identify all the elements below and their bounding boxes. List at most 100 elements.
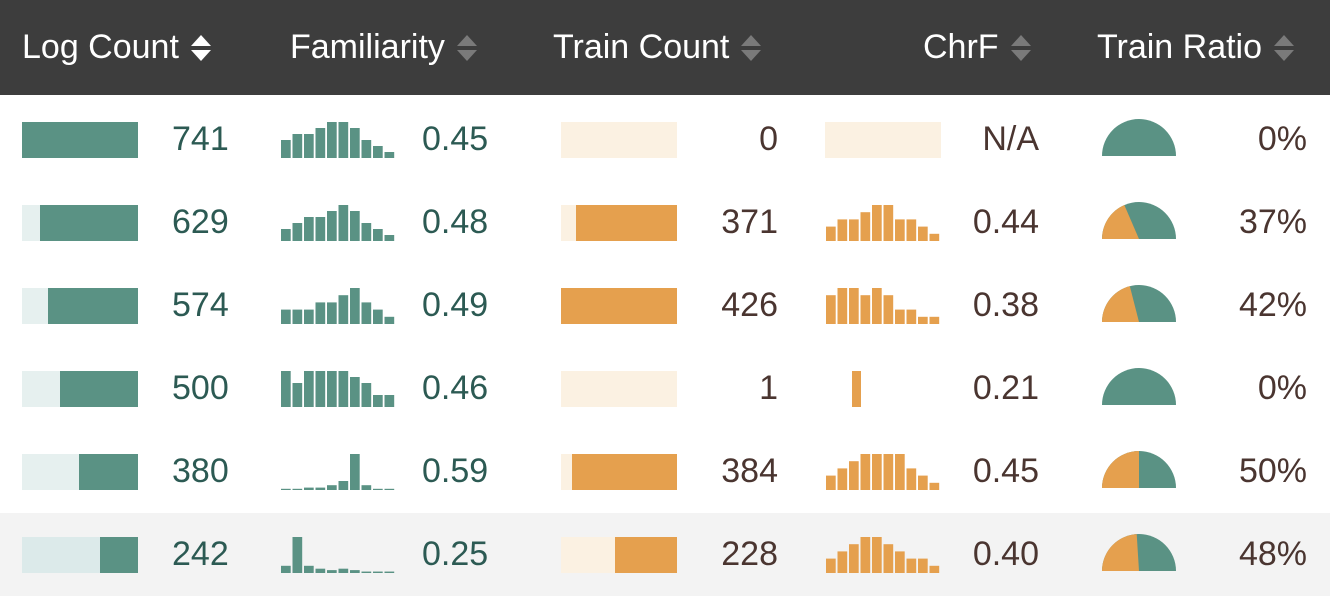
histogram-bar xyxy=(304,217,314,241)
histogram-bar xyxy=(361,140,372,158)
histogram-bar xyxy=(826,226,836,241)
table-row[interactable]: 500 0.46 1 0.21 0% xyxy=(0,347,1330,430)
column-header-chrf[interactable]: ChrF xyxy=(923,0,1031,95)
histogram-bar xyxy=(872,454,882,490)
histogram-bar xyxy=(849,288,859,324)
histogram-bar xyxy=(281,140,291,158)
histogram-bar xyxy=(361,223,372,241)
histogram-bar xyxy=(281,371,291,407)
log-count-value: 629 xyxy=(172,203,229,241)
train-count-bar xyxy=(572,454,677,490)
column-header-label: ChrF xyxy=(923,28,999,66)
log-count-bar xyxy=(48,288,138,324)
log-count-value: 574 xyxy=(172,286,229,324)
column-header-label: Log Count xyxy=(22,28,179,66)
histogram-bar xyxy=(373,488,383,490)
sort-icon[interactable] xyxy=(741,33,762,63)
histogram-bar xyxy=(338,122,349,158)
histogram-bar xyxy=(338,568,349,573)
histogram-bar xyxy=(350,377,360,407)
table-row[interactable]: 574 0.49 426 0.38 42% xyxy=(0,264,1330,347)
histogram-bar xyxy=(338,205,349,241)
familiarity-histogram xyxy=(281,454,395,490)
histogram-bar xyxy=(304,565,314,573)
chrf-value: N/A xyxy=(982,120,1039,158)
train-count-bar-track xyxy=(561,371,677,407)
train-ratio-value: 0% xyxy=(1257,120,1307,158)
histogram-bar xyxy=(315,128,326,158)
chrf-value: 0.40 xyxy=(972,535,1039,573)
histogram-bar xyxy=(327,371,337,407)
sort-icon[interactable] xyxy=(456,33,477,63)
histogram-bar xyxy=(906,219,917,241)
histogram-bar xyxy=(384,395,395,407)
histogram-bar xyxy=(373,146,383,158)
column-header-label: Train Ratio xyxy=(1097,28,1263,66)
familiarity-value: 0.59 xyxy=(422,452,489,490)
sort-icon[interactable] xyxy=(1010,33,1031,63)
histogram-bar xyxy=(895,454,905,490)
histogram-bar xyxy=(361,485,372,490)
histogram-bar xyxy=(292,537,303,573)
table-row[interactable]: 242 0.25 228 0.40 48% xyxy=(0,513,1330,596)
table-row[interactable]: 741 0.45 0 N/A 0% xyxy=(0,98,1330,181)
semicircle-teal xyxy=(1102,119,1176,156)
familiarity-histogram xyxy=(281,371,395,407)
histogram-bar xyxy=(860,295,871,324)
train-ratio-value: 37% xyxy=(1238,203,1307,241)
train-ratio-semicircle xyxy=(1102,451,1176,488)
histogram-bar xyxy=(837,219,848,241)
histogram-bar xyxy=(338,371,349,407)
histogram-bar xyxy=(304,487,314,490)
histogram-bar xyxy=(895,309,905,324)
histogram-bar xyxy=(883,295,894,324)
histogram-bar xyxy=(849,461,859,490)
histogram-bar xyxy=(292,383,303,407)
train-count-value: 1 xyxy=(759,369,778,407)
histogram-bar xyxy=(292,309,303,324)
familiarity-histogram xyxy=(281,122,395,158)
histogram-bar xyxy=(338,481,349,490)
histogram-bar xyxy=(837,551,848,573)
train-count-bar xyxy=(575,205,677,241)
log-count-bar xyxy=(78,454,138,490)
histogram-bar xyxy=(883,205,894,241)
histogram-bar xyxy=(327,302,337,324)
chrf-empty-track xyxy=(825,122,941,158)
chrf-histogram xyxy=(826,205,940,241)
train-ratio-semicircle xyxy=(1102,534,1176,571)
histogram-bar xyxy=(384,488,395,490)
train-count-value: 426 xyxy=(721,286,778,324)
table-header: Log Count Familiarity Train Count ChrF T… xyxy=(0,0,1330,95)
column-header-log-count[interactable]: Log Count xyxy=(22,0,211,95)
histogram-bar xyxy=(837,468,848,490)
column-header-train-count[interactable]: Train Count xyxy=(553,0,762,95)
column-header-label: Train Count xyxy=(553,28,730,66)
histogram-bar xyxy=(350,570,360,573)
histogram-bar xyxy=(292,134,303,158)
column-header-familiarity[interactable]: Familiarity xyxy=(290,0,477,95)
log-count-bar xyxy=(39,205,138,241)
familiarity-value: 0.48 xyxy=(422,203,489,241)
histogram-bar xyxy=(292,223,303,241)
table-row[interactable]: 380 0.59 384 0.45 50% xyxy=(0,430,1330,513)
histogram-bar xyxy=(837,288,848,324)
sort-descending-icon[interactable] xyxy=(190,33,211,63)
train-count-value: 371 xyxy=(721,203,778,241)
train-count-value: 228 xyxy=(721,535,778,573)
histogram-bar xyxy=(292,488,303,490)
sort-icon[interactable] xyxy=(1274,33,1295,63)
table-row[interactable]: 629 0.48 371 0.44 37% xyxy=(0,181,1330,264)
chrf-histogram xyxy=(826,537,940,573)
histogram-bar xyxy=(373,229,383,241)
chrf-histogram xyxy=(852,371,861,407)
histogram-bar xyxy=(361,383,372,407)
histogram-bar xyxy=(315,302,326,324)
train-count-value: 384 xyxy=(721,452,778,490)
histogram-bar xyxy=(350,288,360,324)
column-header-train-ratio[interactable]: Train Ratio xyxy=(1097,0,1295,95)
histogram-bar xyxy=(883,454,894,490)
histogram-bar xyxy=(826,475,836,490)
histogram-bar xyxy=(315,568,326,573)
histogram-bar xyxy=(373,395,383,407)
